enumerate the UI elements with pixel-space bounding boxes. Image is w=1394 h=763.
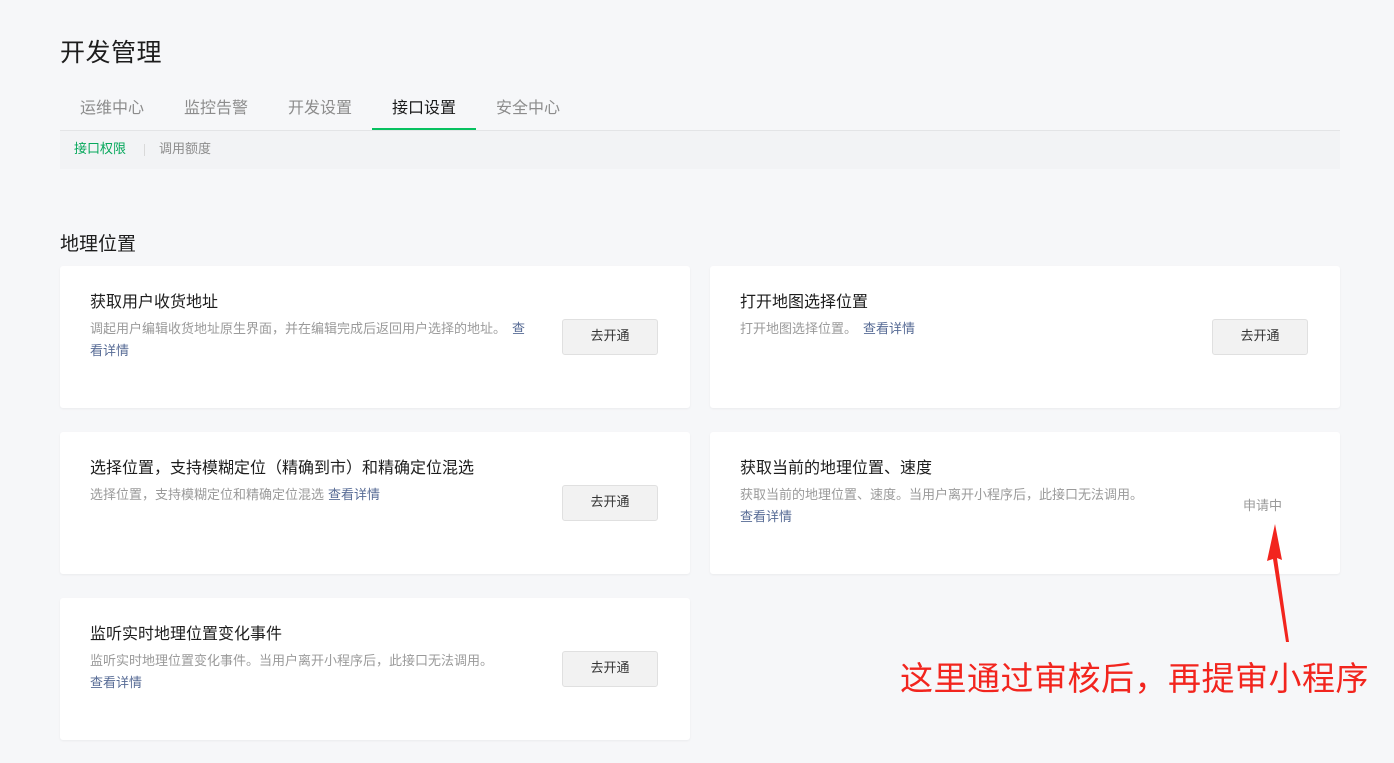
enable-button[interactable]: 去开通 [1212, 319, 1308, 355]
card-title: 获取用户收货地址 [90, 292, 219, 311]
card-description-text: 获取当前的地理位置、速度。当用户离开小程序后，此接口无法调用。 [740, 488, 1144, 503]
view-details-link[interactable]: 查看详情 [328, 488, 380, 503]
card-description-text: 打开地图选择位置。 [740, 322, 858, 337]
card-description: 获取当前的地理位置、速度。当用户离开小程序后，此接口无法调用。 查看详情 [740, 485, 1180, 529]
tab-monitoring-alerts[interactable]: 监控告警 [164, 88, 268, 128]
main-tabs: 运维中心 监控告警 开发设置 接口设置 安全中心 [60, 88, 1340, 131]
view-details-link[interactable]: 查看详情 [740, 510, 792, 525]
card-description: 选择位置，支持模糊定位和精确定位混选 查看详情 [90, 485, 530, 507]
subnav-call-quota[interactable]: 调用额度 [159, 131, 211, 169]
subnav-api-permissions[interactable]: 接口权限 [74, 131, 126, 169]
annotation-text: 这里通过审核后，再提审小程序 [900, 659, 1369, 698]
sub-navigation: 接口权限 调用额度 [60, 131, 1340, 169]
section-title-location: 地理位置 [60, 233, 137, 255]
annotation-arrow-icon [1267, 524, 1289, 642]
card-title: 选择位置，支持模糊定位（精确到市）和精确定位混选 [90, 458, 475, 477]
subnav-divider [144, 144, 145, 156]
enable-button[interactable]: 去开通 [562, 651, 658, 687]
page-title: 开发管理 [60, 38, 163, 67]
tab-security-center[interactable]: 安全中心 [476, 88, 580, 128]
api-card-shipping-address: 获取用户收货地址 调起用户编辑收货地址原生界面，并在编辑完成后返回用户选择的地址… [60, 266, 690, 408]
card-description: 调起用户编辑收货地址原生界面，并在编辑完成后返回用户选择的地址。 查看详情 [90, 319, 530, 363]
api-card-choose-location-map: 打开地图选择位置 打开地图选择位置。 查看详情 去开通 [710, 266, 1340, 408]
view-details-link[interactable]: 查看详情 [90, 676, 142, 691]
card-title: 监听实时地理位置变化事件 [90, 624, 283, 643]
card-description: 打开地图选择位置。 查看详情 [740, 319, 1180, 341]
tab-api-settings[interactable]: 接口设置 [372, 88, 476, 130]
status-badge: 申请中 [1242, 499, 1282, 514]
card-description-text: 调起用户编辑收货地址原生界面，并在编辑完成后返回用户选择的地址。 [90, 322, 507, 337]
card-description-text: 选择位置，支持模糊定位和精确定位混选 [90, 488, 325, 503]
api-card-choose-location-fuzzy: 选择位置，支持模糊定位（精确到市）和精确定位混选 选择位置，支持模糊定位和精确定… [60, 432, 690, 574]
api-card-location-change-event: 监听实时地理位置变化事件 监听实时地理位置变化事件。当用户离开小程序后，此接口无… [60, 598, 690, 740]
card-title: 获取当前的地理位置、速度 [740, 458, 933, 477]
view-details-link[interactable]: 查看详情 [863, 322, 915, 337]
card-description: 监听实时地理位置变化事件。当用户离开小程序后，此接口无法调用。 查看详情 [90, 651, 530, 695]
enable-button[interactable]: 去开通 [562, 319, 658, 355]
tab-ops-center[interactable]: 运维中心 [60, 88, 164, 128]
enable-button[interactable]: 去开通 [562, 485, 658, 521]
tab-dev-settings[interactable]: 开发设置 [268, 88, 372, 128]
card-description-text: 监听实时地理位置变化事件。当用户离开小程序后，此接口无法调用。 [90, 654, 494, 669]
api-card-get-location-speed: 获取当前的地理位置、速度 获取当前的地理位置、速度。当用户离开小程序后，此接口无… [710, 432, 1340, 574]
card-title: 打开地图选择位置 [740, 292, 869, 311]
